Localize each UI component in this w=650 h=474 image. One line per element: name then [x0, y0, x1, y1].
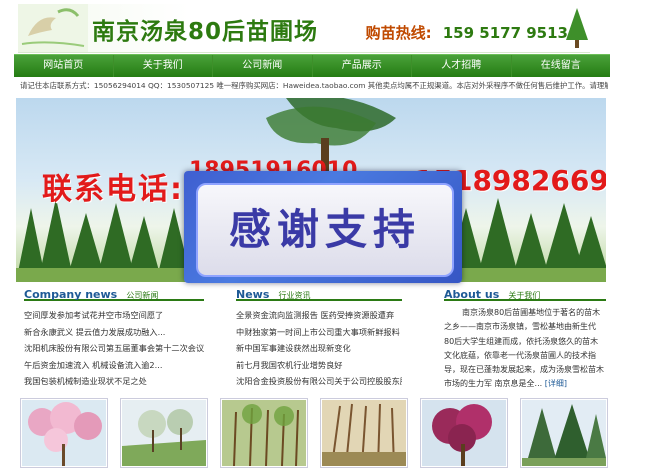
nav-home[interactable]: 网站首页 [14, 55, 114, 77]
news-link[interactable]: 沈阳合金投资股份有限公司关于公司控股股东股权... [236, 373, 402, 390]
site-header: 南京汤泉80后苗圃场 购苗热线: 159 5177 9513 [18, 4, 590, 53]
nav-message[interactable]: 在线留言 [512, 55, 611, 77]
news-link[interactable]: 新合永康武义 提云值力发展成功融入... [24, 324, 204, 341]
swan-logo-icon [18, 4, 88, 52]
hotline-label: 购苗热线: [365, 24, 432, 42]
industry-news-header: News 行业资讯 [236, 283, 402, 301]
hotline-number: 159 5177 9513 [442, 24, 568, 42]
product-thumb-bare-saplings[interactable] [320, 398, 408, 468]
product-thumb-cedar-trees[interactable] [520, 398, 608, 468]
news-link[interactable]: 空间厚发参加考试花并空市场空间愿了 [24, 307, 204, 324]
site-title: 南京汤泉80后苗圃场 [92, 19, 319, 45]
product-thumb-pink-magnolia[interactable] [20, 398, 108, 468]
industry-news-title: News [236, 288, 270, 301]
product-thumb-flowering-field[interactable] [120, 398, 208, 468]
company-news-section: Company news 公司新闻 空间厚发参加考试花并空市场空间愿了 新合永康… [24, 283, 204, 390]
news-link[interactable]: 新中国军事建设获然出现新变化 [236, 340, 402, 357]
industry-news-list: 全景资金流向监测报告 医药受捧资源股遭弃 中财独家第一时间上市公司重大事项新鲜报… [236, 307, 402, 390]
news-link[interactable]: 中财独家第一时间上市公司重大事项新鲜报料 [236, 324, 402, 341]
nav-company-news[interactable]: 公司新闻 [213, 55, 313, 77]
nav-jobs[interactable]: 人才招聘 [412, 55, 512, 77]
contact-label: 联系电话: [42, 172, 184, 207]
company-news-list: 空间厚发参加考试花并空市场空间愿了 新合永康武义 提云值力发展成功融入... 沈… [24, 307, 204, 390]
company-news-title: Company news [24, 288, 118, 301]
about-text: 南京汤泉80后苗圃基地位于著名的苗木之乡——南京市汤泉镇，雪松基地由新生代80后… [444, 306, 606, 392]
about-body: 南京汤泉80后苗圃基地位于著名的苗木之乡——南京市汤泉镇，雪松基地由新生代80后… [444, 308, 604, 389]
main-nav: 网站首页 关于我们 公司新闻 产品展示 人才招聘 在线留言 [14, 54, 610, 77]
about-subtitle: 关于我们 [508, 291, 541, 300]
notice-bar: 请记住本店联系方式：15056294014 QQ：1530507125 唯一程序… [20, 81, 608, 90]
thanks-text: 感谢支持 [228, 205, 421, 254]
company-news-header: Company news 公司新闻 [24, 283, 204, 301]
about-section: About us 关于我们 南京汤泉80后苗圃基地位于著名的苗木之乡——南京市汤… [444, 283, 606, 392]
about-more-link[interactable]: [详细] [545, 379, 567, 388]
thanks-panel: 感谢支持 [196, 183, 454, 277]
industry-news-section: News 行业资讯 全景资金流向监测报告 医药受捧资源股遭弃 中财独家第一时间上… [236, 283, 402, 390]
news-link[interactable]: 午后资金加速流入 机械设备流入逾2... [24, 357, 204, 374]
company-news-subtitle: 公司新闻 [126, 291, 159, 300]
thanks-overlay[interactable]: 感谢支持 [184, 171, 462, 283]
news-link[interactable]: 沈阳机床股份有限公司第五届董事会第十二次会议... [24, 340, 204, 357]
news-link[interactable]: 前七月我国农机行业增势良好 [236, 357, 402, 374]
news-link[interactable]: 我国包装机械制造业现状不足之处 [24, 373, 204, 390]
about-title: About us [444, 288, 500, 301]
product-thumbnails [20, 398, 608, 468]
hotline: 购苗热线: 159 5177 9513 [366, 22, 568, 43]
product-thumb-purple-leaf-tree[interactable] [420, 398, 508, 468]
industry-news-subtitle: 行业资讯 [278, 291, 311, 300]
nav-products[interactable]: 产品展示 [313, 55, 412, 77]
news-link[interactable]: 全景资金流向监测报告 医药受捧资源股遭弃 [236, 307, 402, 324]
about-header: About us 关于我们 [444, 283, 606, 301]
product-thumb-young-saplings[interactable] [220, 398, 308, 468]
nav-about[interactable]: 关于我们 [114, 55, 213, 77]
tree-icon [566, 8, 588, 48]
